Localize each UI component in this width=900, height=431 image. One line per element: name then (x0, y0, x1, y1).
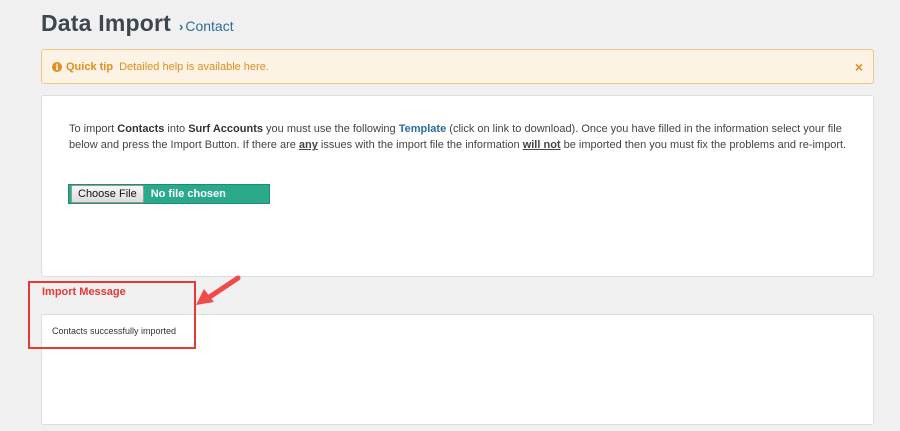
close-icon[interactable]: × (855, 59, 863, 75)
instructions-any: any (298, 139, 318, 152)
file-status: No file chosen (150, 188, 226, 200)
instructions-contacts: Contacts (117, 123, 165, 135)
instructions-text: To import (69, 123, 118, 135)
chevron-right-icon: › (179, 19, 184, 34)
instructions-surf-accounts: Surf Accounts (188, 123, 263, 135)
instructions-text: you must use the following (262, 123, 399, 135)
highlight-box (28, 281, 196, 349)
instructions-will-not: will not (522, 139, 561, 152)
instructions-text: be imported then you must fix the proble… (560, 139, 847, 152)
quick-tip-help-link[interactable]: Detailed help is available here. (119, 61, 269, 73)
template-link[interactable]: Template (399, 123, 446, 135)
quick-tip-title: Quick tip (66, 60, 114, 73)
file-input[interactable]: Choose File No file chosen (68, 184, 270, 204)
breadcrumb[interactable]: › Contact (179, 18, 234, 34)
quick-tip-alert: i Quick tip Detailed help is available h… (41, 49, 874, 84)
choose-file-button[interactable]: Choose File (71, 185, 144, 203)
instructions-text: into (164, 123, 189, 135)
info-icon: i (52, 61, 62, 72)
arrow-annotation-icon (196, 275, 241, 305)
page-header: Data Import › Contact (41, 10, 234, 37)
import-instructions: To import Contacts into Surf Accounts yo… (69, 121, 854, 154)
page-title: Data Import (41, 10, 171, 36)
breadcrumb-contact[interactable]: Contact (185, 18, 233, 34)
instructions-text: issues with the import file the informat… (317, 139, 523, 152)
import-panel: To import Contacts into Surf Accounts yo… (41, 95, 874, 277)
